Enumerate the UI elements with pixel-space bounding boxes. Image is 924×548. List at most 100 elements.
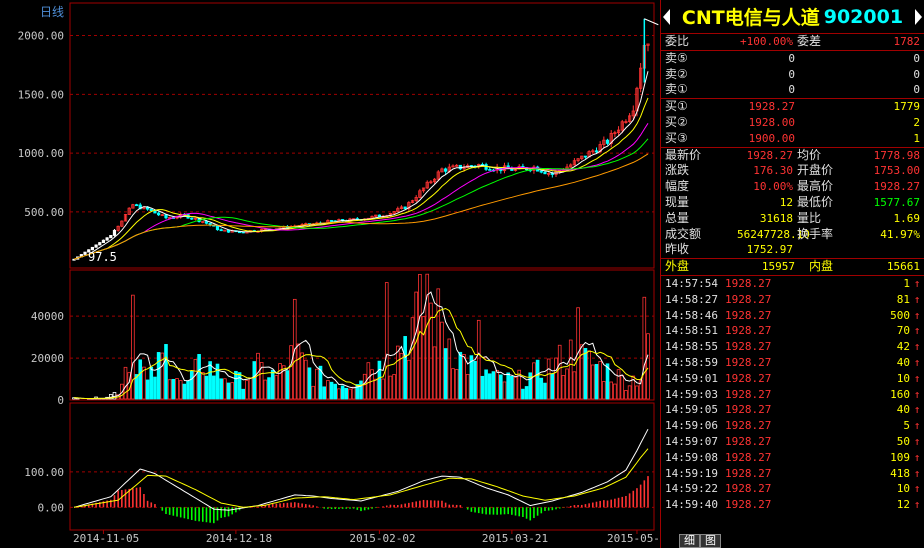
volume-bar [620, 375, 625, 400]
order-diff-value: 1782 [893, 35, 921, 48]
volume-bar [123, 366, 128, 400]
sell-level-volume: 0 [913, 83, 920, 97]
tick-row[interactable]: 14:59:06 1928.27 5 ↑ [661, 418, 924, 434]
tick-row[interactable]: 14:59:22 1928.27 10 ↑ [661, 481, 924, 497]
volume-bar [373, 378, 378, 400]
volume-bar [200, 372, 205, 400]
volume-bar [642, 296, 647, 400]
tick-up-arrow-icon: ↑ [913, 324, 921, 338]
candle-body [112, 229, 117, 236]
tick-time: 14:59:05 [665, 403, 718, 417]
volume-bar [326, 380, 330, 400]
volume-bar [156, 352, 161, 400]
volume-bar [289, 345, 293, 400]
sell-level-row[interactable]: 卖② 0 0 [661, 67, 924, 83]
volume-bar [182, 383, 187, 400]
tick-time: 14:59:22 [665, 482, 718, 496]
order-diff-label: 委差 [797, 34, 822, 48]
x-axis-label: 2015-05-27 [607, 532, 660, 545]
volume-bar [605, 363, 610, 400]
volume-bar [153, 376, 157, 400]
tick-volume: 1 [903, 276, 910, 290]
stat-row: 幅度 10.00% 最高价 1928.27 [661, 179, 924, 195]
volume-bar [480, 375, 485, 400]
tick-time: 14:59:40 [665, 498, 718, 512]
sell-level-row[interactable]: 卖① 0 0 [661, 82, 924, 98]
volume-bar [333, 383, 338, 400]
buy-level-price: 1928.00 [748, 115, 795, 129]
sell-level-row[interactable]: 卖⑤ 0 0 [661, 51, 924, 67]
stat-row: 成交额 56247728.10 换手率 41.97% [661, 227, 924, 243]
volume-bar [425, 273, 430, 400]
panel-tab[interactable]: 图 [700, 534, 721, 548]
moving-average-line-30 [73, 138, 649, 260]
macd-panel-frame [69, 402, 655, 531]
stat-label: 成交额 [665, 226, 702, 241]
buy-level-row[interactable]: 买② 1928.00 2 [661, 115, 924, 131]
sell-level-price: 0 [788, 67, 795, 81]
moving-average-line-20 [73, 123, 649, 260]
tick-row[interactable]: 14:59:05 1928.27 40 ↑ [661, 402, 924, 418]
tick-price: 1928.27 [725, 434, 772, 448]
volume-bar [557, 344, 562, 400]
volume-bar [487, 373, 492, 400]
tick-volume: 12 [896, 498, 910, 512]
stat-label: 现量 [665, 194, 690, 209]
tick-time: 14:59:03 [665, 387, 718, 401]
buy-level-label: 买② [665, 114, 688, 129]
tick-row[interactable]: 14:58:46 1928.27 500 ↑ [661, 308, 924, 324]
stat-label: 最低价 [797, 194, 834, 209]
tick-row[interactable]: 14:59:40 1928.27 12 ↑ [661, 497, 924, 513]
candle-body [583, 155, 588, 158]
chart-area[interactable]: 日线 2000.00 1500.00 1000.00 500.00 40000 20000 0… [0, 0, 660, 548]
tick-time: 14:58:46 [665, 308, 718, 322]
tick-price: 1928.27 [725, 466, 772, 480]
tick-row[interactable]: 14:58:55 1928.27 42 ↑ [661, 339, 924, 355]
volume-bar [388, 375, 393, 400]
stat-label: 最高价 [797, 179, 834, 194]
candle-body [101, 239, 106, 243]
tick-row[interactable]: 14:59:07 1928.27 50 ↑ [661, 434, 924, 450]
tick-price: 1928.27 [725, 482, 772, 496]
prev-stock-arrow-icon[interactable] [663, 9, 670, 25]
tick-row[interactable]: 14:59:03 1928.27 160 ↑ [661, 387, 924, 403]
next-stock-arrow-icon[interactable] [915, 9, 922, 25]
candle-body [377, 214, 381, 217]
panel-tab[interactable]: 细 [679, 534, 700, 548]
tick-row[interactable]: 14:58:27 1928.27 81 ↑ [661, 292, 924, 308]
tick-time: 14:59:06 [665, 419, 718, 433]
buy-level-price: 1900.00 [748, 131, 795, 145]
volume-bar [561, 375, 566, 400]
outer-inner-row: 外盘 15957 内盘 15661 [661, 259, 924, 275]
buy-level-row[interactable]: 买① 1928.27 1779 [661, 99, 924, 115]
candle-body [134, 204, 139, 207]
volume-bar [186, 380, 190, 400]
tick-row[interactable]: 14:58:51 1928.27 70 ↑ [661, 323, 924, 339]
tick-row[interactable]: 14:59:19 1928.27 418 ↑ [661, 466, 924, 482]
stat-row: 涨跌 176.30 开盘价 1753.00 [661, 163, 924, 179]
volume-bar [395, 345, 400, 400]
tick-row[interactable]: 14:59:08 1928.27 109 ↑ [661, 450, 924, 466]
panel-tabs: 细图 [679, 534, 721, 548]
tick-up-arrow-icon: ↑ [913, 498, 921, 512]
tick-list[interactable]: 14:57:54 1928.27 1 ↑ 14:58:27 1928.27 81 ↑ 14:58… [661, 276, 924, 532]
tick-price: 1928.27 [725, 340, 772, 354]
stat-value: 1778.98 [873, 148, 920, 162]
tick-time: 14:59:19 [665, 466, 718, 480]
tick-row[interactable]: 14:58:59 1928.27 40 ↑ [661, 355, 924, 371]
volume-tick-label: 0 [57, 394, 64, 407]
volume-bar [510, 375, 514, 400]
buy-level-row[interactable]: 买③ 1900.00 1 [661, 131, 924, 147]
tick-volume: 160 [890, 387, 910, 401]
tick-up-arrow-icon: ↑ [913, 482, 921, 496]
tick-row[interactable]: 14:59:01 1928.27 10 ↑ [661, 371, 924, 387]
tick-price: 1928.27 [725, 498, 772, 512]
tick-up-arrow-icon: ↑ [913, 308, 921, 322]
volume-bar [145, 379, 150, 400]
macd-tick-label: 0.00 [38, 501, 65, 514]
tick-price: 1928.27 [725, 371, 772, 385]
volume-bar [568, 339, 573, 400]
tick-row[interactable]: 14:57:54 1928.27 1 ↑ [661, 276, 924, 292]
sell-level-label: 卖① [665, 82, 688, 97]
tick-volume: 10 [896, 482, 910, 496]
